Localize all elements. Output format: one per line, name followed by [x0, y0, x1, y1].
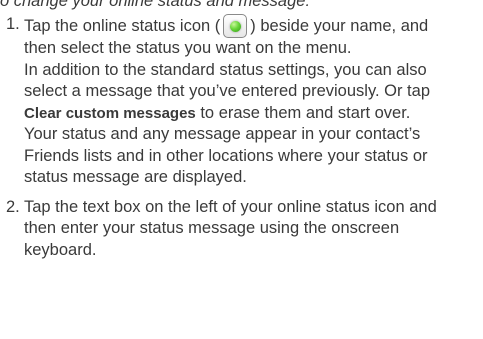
note-text-after: to erase them and start over. [195, 103, 411, 122]
step-instruction: Tap the online status icon () beside you… [24, 14, 464, 60]
step-note-visibility: Your status and any message appear in yo… [24, 125, 428, 186]
clear-custom-messages-label: Clear custom messages [24, 104, 196, 122]
green-dot-icon [230, 21, 242, 32]
step-body: Tap the text box on the left of your onl… [24, 197, 464, 262]
step-instruction: Tap the text box on the left of your onl… [24, 197, 437, 259]
step-item-1: 1. Tap the online status icon () beside … [6, 14, 480, 189]
note-text-before: In addition to the standard status setti… [24, 60, 430, 101]
step-text-before-icon: Tap the online status icon ( [24, 17, 221, 35]
step-item-2: 2. Tap the text box on the left of your … [6, 197, 480, 262]
steps-list: 1. Tap the online status icon () beside … [6, 14, 480, 261]
step-number: 2. [6, 197, 20, 216]
step-note-custom-messages: In addition to the standard status setti… [24, 60, 464, 125]
step-number: 1. [6, 15, 20, 33]
step-body: Tap the online status icon () beside you… [24, 14, 464, 189]
online-status-icon [223, 14, 248, 38]
intro-heading: o change your online status and message: [0, 0, 311, 10]
